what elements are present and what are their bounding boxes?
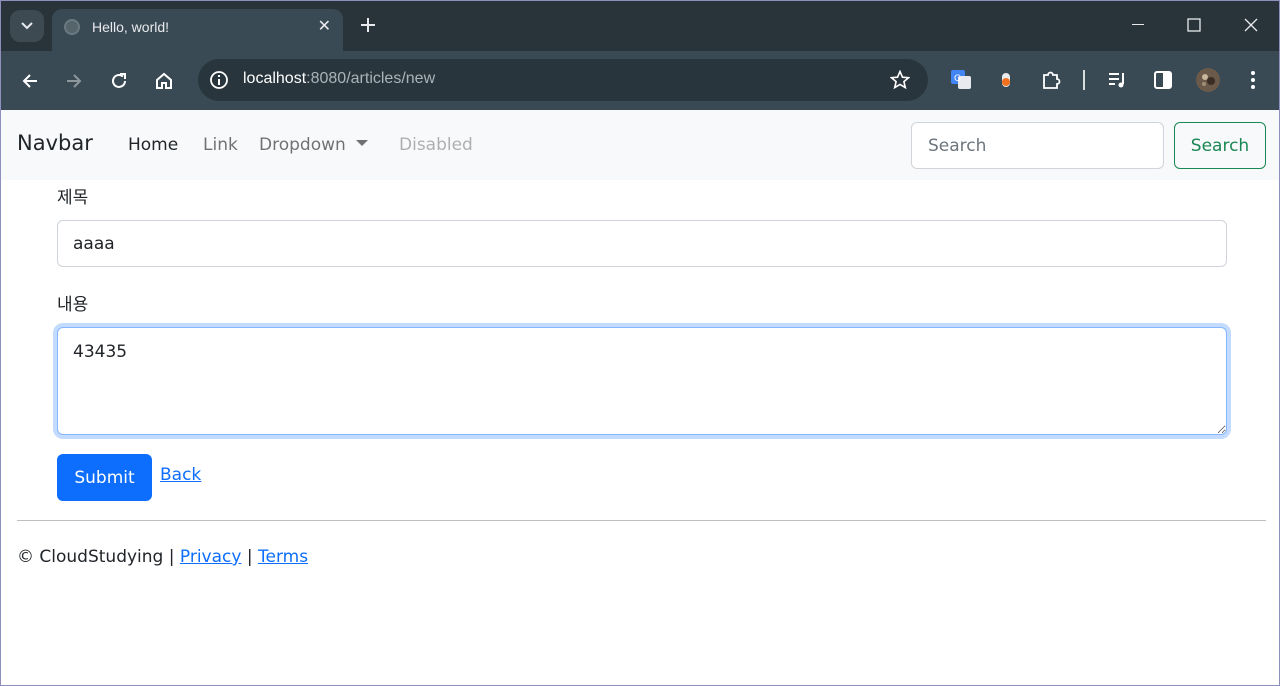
nav-link-disabled: Disabled [399,135,473,155]
search-button[interactable]: Search [1174,122,1266,169]
minimize-icon [1132,24,1144,25]
media-control-icon[interactable] [1104,66,1132,94]
browser-toolbar: localhost:8080/articles/new G [0,51,1280,110]
arrow-left-icon [22,74,37,88]
globe-icon [64,19,80,35]
browser-tab[interactable]: Hello, world! ✕ [52,9,343,51]
terms-link[interactable]: Terms [258,547,308,567]
browser-chrome: Hello, world! ✕ localhost:8080/articles/… [0,0,1280,110]
minimize-button[interactable] [1123,12,1153,38]
site-info-icon[interactable] [208,69,230,91]
reload-button[interactable] [104,66,134,96]
extension-icon[interactable] [992,66,1020,94]
plus-icon [361,18,375,32]
divider [17,520,1266,521]
search-input[interactable] [911,122,1164,169]
toolbar-divider [1083,70,1085,90]
close-icon [1244,18,1258,32]
content-textarea[interactable]: 43435 [57,327,1227,435]
translate-extension-icon[interactable]: G [947,66,975,94]
caret-down-icon [355,140,368,146]
tab-strip: Hello, world! ✕ [0,0,1280,51]
home-icon [156,72,172,89]
navbar-brand[interactable]: Navbar [17,131,93,155]
tab-title: Hello, world! [92,19,170,35]
url-path: :8080/articles/new [306,70,436,87]
nav-dropdown[interactable]: Dropdown [259,135,368,155]
url-text[interactable]: localhost:8080/articles/new [243,70,435,88]
submit-button[interactable]: Submit [57,454,152,501]
title-input[interactable] [57,220,1227,267]
footer: © CloudStudying | Privacy | Terms [17,547,308,567]
close-window-button[interactable] [1236,12,1266,38]
new-tab-button[interactable] [356,13,380,37]
privacy-link[interactable]: Privacy [180,547,242,567]
kebab-menu-icon[interactable] [1239,66,1267,94]
arrow-right-icon [67,74,82,88]
back-link[interactable]: Back [160,465,201,485]
maximize-icon [1187,18,1201,32]
profile-avatar[interactable] [1194,66,1222,94]
address-bar[interactable]: localhost:8080/articles/new [198,59,928,101]
close-tab-icon[interactable]: ✕ [318,16,331,36]
navbar: Navbar Home Link Dropdown Disabled Searc… [0,110,1280,180]
title-label: 제목 [57,188,89,208]
nav-link-link[interactable]: Link [203,135,238,155]
svg-text:G: G [954,74,961,84]
footer-separator: | [246,547,253,567]
bookmark-star-icon[interactable] [888,68,912,92]
puzzle-icon[interactable] [1037,66,1065,94]
footer-separator: | [168,547,175,567]
footer-copyright: © CloudStudying [17,547,164,567]
forward-button[interactable] [59,66,89,96]
url-host: localhost [243,70,307,87]
content-label: 내용 [57,295,89,315]
side-panel-icon[interactable] [1149,66,1177,94]
tab-search-button[interactable] [10,10,44,42]
home-button[interactable] [149,66,179,96]
maximize-button[interactable] [1179,12,1209,38]
nav-link-home[interactable]: Home [128,135,178,155]
reload-icon [112,73,126,88]
chevron-down-icon [21,22,33,30]
back-button[interactable] [15,66,45,96]
nav-dropdown-label: Dropdown [259,135,346,155]
